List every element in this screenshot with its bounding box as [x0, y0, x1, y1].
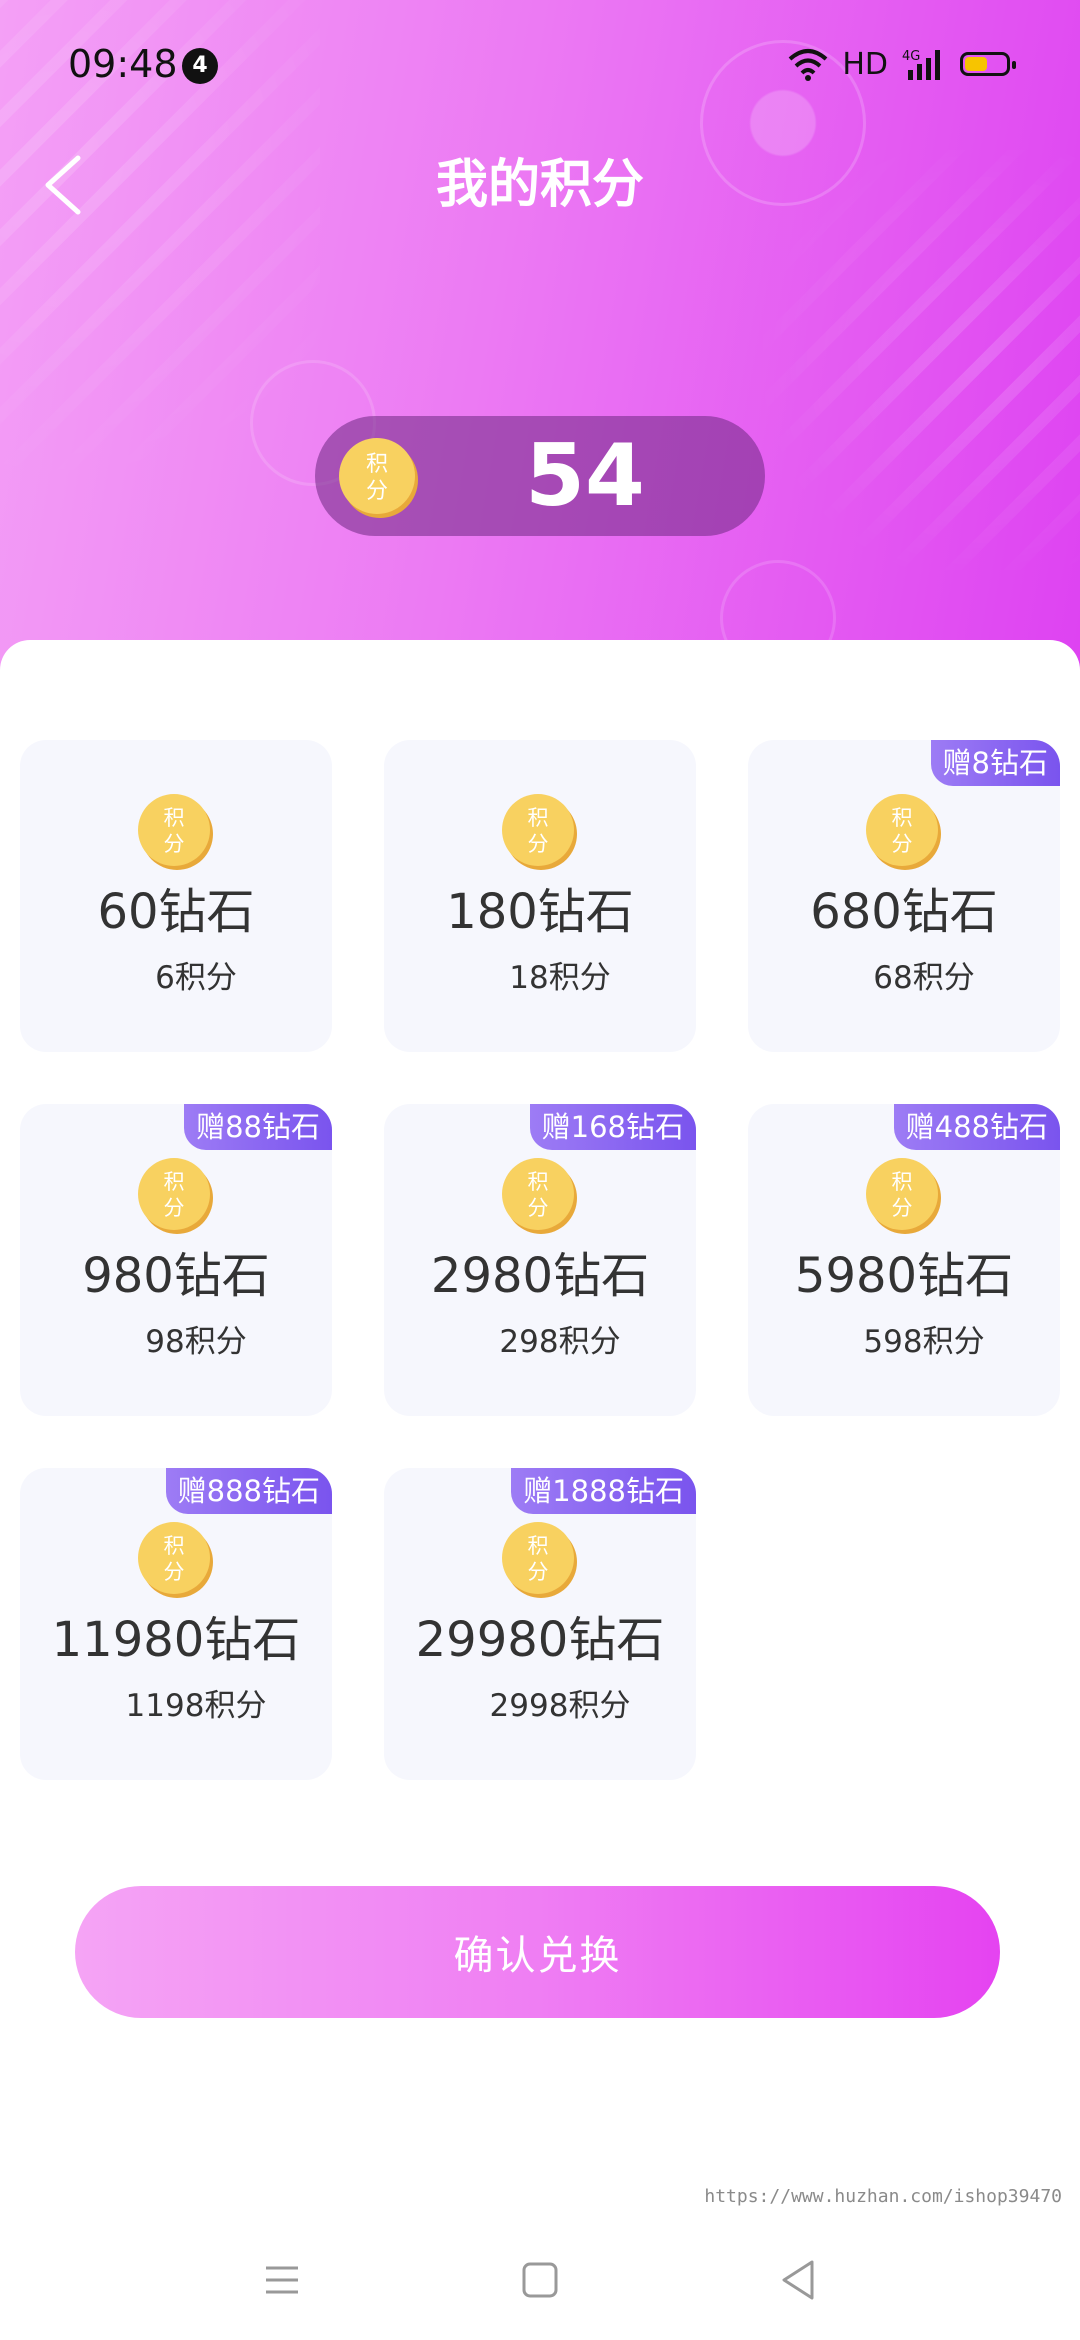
package-card[interactable]: 赠88钻石 积分 980钻石 98积分 — [20, 1104, 332, 1416]
package-card[interactable]: 赠488钻石 积分 5980钻石 598积分 — [748, 1104, 1060, 1416]
package-grid: 积分 60钻石 6积分 积分 180钻石 18积分 赠8钻石 积分 680钻石 … — [20, 740, 1060, 1780]
svg-text:分: 分 — [164, 1196, 185, 1220]
notification-badge: 4 — [182, 48, 218, 84]
svg-text:积: 积 — [164, 806, 185, 830]
svg-text:积: 积 — [528, 1170, 549, 1194]
diamond-amount: 2980钻石 — [430, 1248, 650, 1304]
diamond-amount: 11980钻石 — [51, 1612, 301, 1668]
system-nav-bar — [0, 2220, 1080, 2340]
bonus-badge: 赠168钻石 — [529, 1104, 696, 1150]
diamond-amount: 29980钻石 — [415, 1612, 665, 1668]
points-cost: 298积分 — [499, 1324, 621, 1360]
signal-icon: 4G — [902, 49, 940, 80]
confirm-exchange-button[interactable]: 确认兑换 — [75, 1886, 1000, 2018]
diamond-amount: 980钻石 — [82, 1248, 270, 1304]
menu-icon[interactable] — [252, 2250, 312, 2310]
bonus-badge: 赠888钻石 — [165, 1468, 332, 1514]
watermark: https://www.huzhan.com/ishop39470 — [704, 2186, 1062, 2207]
svg-text:分: 分 — [528, 1560, 549, 1584]
diamond-amount: 180钻石 — [446, 884, 634, 940]
page-title: 我的积分 — [435, 155, 644, 215]
points-cost: 1198积分 — [125, 1688, 267, 1724]
points-cost: 598积分 — [863, 1324, 985, 1360]
status-time: 09:48 — [68, 42, 178, 86]
svg-text:积: 积 — [892, 1170, 913, 1194]
points-cost: 2998积分 — [489, 1688, 631, 1724]
svg-text:积: 积 — [892, 806, 913, 830]
package-card[interactable]: 赠888钻石 积分 11980钻石 1198积分 — [20, 1468, 332, 1780]
points-cost: 98积分 — [145, 1324, 247, 1360]
points-coin-icon: 积分 — [138, 1522, 213, 1598]
points-coin-icon: 积分 — [866, 1158, 941, 1234]
svg-text:积: 积 — [164, 1170, 185, 1194]
svg-text:分: 分 — [892, 1196, 913, 1220]
svg-text:分: 分 — [528, 832, 549, 856]
package-card[interactable]: 赠8钻石 积分 680钻石 68积分 — [748, 740, 1060, 1052]
package-card[interactable]: 赠1888钻石 积分 29980钻石 2998积分 — [384, 1468, 696, 1780]
package-card[interactable]: 积分 60钻石 6积分 — [20, 740, 332, 1052]
points-coin-icon: 积分 — [138, 1158, 213, 1234]
content-panel: 积分 60钻石 6积分 积分 180钻石 18积分 赠8钻石 积分 680钻石 … — [0, 640, 1080, 2340]
package-card[interactable]: 积分 180钻石 18积分 — [384, 740, 696, 1052]
network-type: 4G — [902, 49, 920, 64]
svg-text:分: 分 — [892, 832, 913, 856]
triangle-back-icon[interactable] — [768, 2250, 828, 2310]
svg-text:分: 分 — [164, 1560, 185, 1584]
battery-icon — [960, 52, 1016, 76]
package-card[interactable]: 赠168钻石 积分 2980钻石 298积分 — [384, 1104, 696, 1416]
points-value: 54 — [525, 426, 645, 526]
wifi-icon — [789, 49, 828, 81]
svg-text:分: 分 — [366, 479, 388, 504]
points-cost: 18积分 — [509, 960, 611, 996]
points-coin-icon: 积分 — [502, 1522, 577, 1598]
home-square-icon[interactable] — [510, 2250, 570, 2310]
diamond-amount: 5980钻石 — [794, 1248, 1014, 1304]
points-cost: 68积分 — [873, 960, 975, 996]
svg-text:积: 积 — [528, 806, 549, 830]
points-cost: 6积分 — [155, 960, 237, 996]
bonus-badge: 赠8钻石 — [930, 740, 1060, 786]
svg-text:分: 分 — [164, 832, 185, 856]
hd-indicator: HD — [842, 46, 888, 82]
points-coin-icon: 积 分 — [339, 438, 418, 518]
svg-text:积: 积 — [164, 1534, 185, 1558]
points-coin-icon: 积分 — [138, 794, 213, 870]
bonus-badge: 赠1888钻石 — [511, 1468, 696, 1514]
diamond-amount: 680钻石 — [810, 884, 998, 940]
svg-text:积: 积 — [528, 1534, 549, 1558]
points-balance: 积 分 54 — [315, 416, 765, 536]
svg-text:积: 积 — [366, 452, 388, 477]
status-icons: HD 4G — [788, 44, 1016, 84]
points-coin-icon: 积分 — [502, 794, 577, 870]
bonus-badge: 赠88钻石 — [184, 1104, 332, 1150]
points-coin-icon: 积分 — [866, 794, 941, 870]
bonus-badge: 赠488钻石 — [893, 1104, 1060, 1150]
svg-text:分: 分 — [528, 1196, 549, 1220]
points-coin-icon: 积分 — [502, 1158, 577, 1234]
status-bar: 09:48 4 HD 4G — [0, 0, 1080, 130]
diamond-amount: 60钻石 — [97, 884, 255, 940]
